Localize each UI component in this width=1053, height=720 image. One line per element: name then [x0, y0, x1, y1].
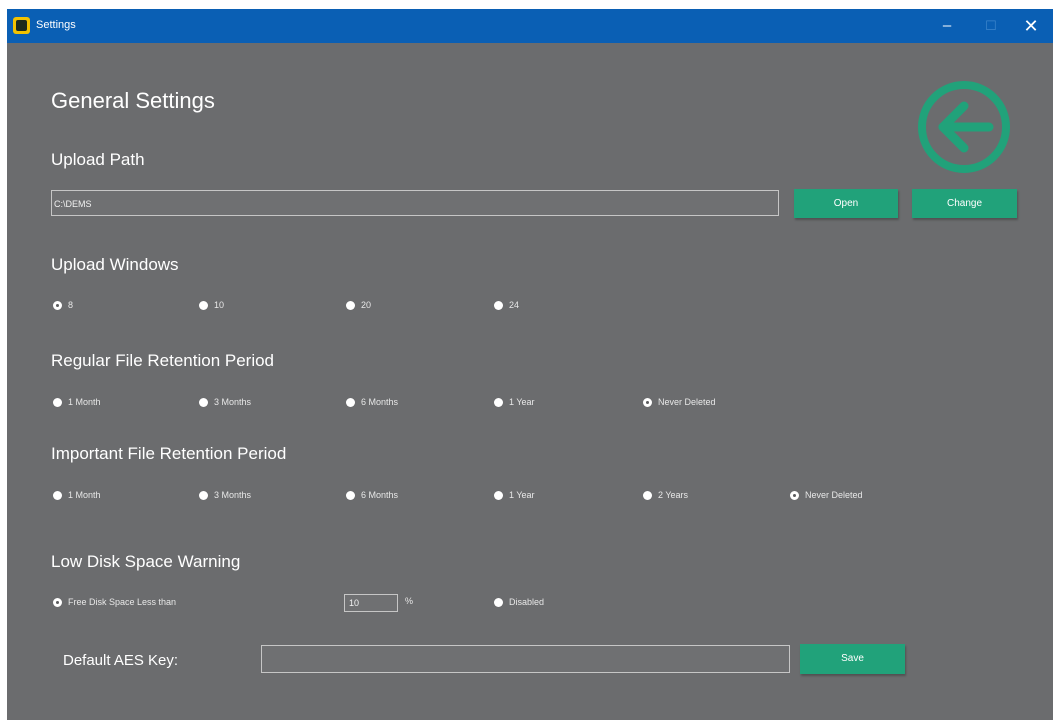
- radio-label: 1 Month: [68, 490, 101, 500]
- upload-windows-radio-10[interactable]: 10: [199, 298, 224, 312]
- radio-label: 2 Years: [658, 490, 689, 500]
- radio-unselected-icon: [494, 300, 503, 310]
- low-disk-heading: Low Disk Space Warning: [51, 552, 241, 571]
- close-button[interactable]: ✕: [1009, 9, 1053, 43]
- aes-key-label: Default AES Key:: [63, 652, 179, 669]
- regular-retention-heading: Regular File Retention Period: [51, 351, 275, 370]
- radio-label: 3 Months: [214, 490, 252, 500]
- radio-label: Disabled: [509, 597, 545, 607]
- important-retention-radio-6-months[interactable]: 6 Months: [346, 488, 398, 502]
- radio-label: Never Deleted: [658, 397, 716, 407]
- upload-path-heading: Upload Path: [51, 150, 145, 169]
- window-title: Settings: [36, 19, 76, 31]
- radio-unselected-icon: [53, 490, 62, 500]
- upload-windows-radio-8[interactable]: 8: [53, 298, 73, 312]
- important-retention-heading: Important File Retention Period: [51, 444, 287, 463]
- maximize-button[interactable]: ☐: [969, 9, 1013, 43]
- radio-unselected-icon: [346, 490, 355, 500]
- radio-unselected-icon: [643, 490, 652, 500]
- regular-retention-radio-never-deleted[interactable]: Never Deleted: [643, 395, 716, 409]
- radio-unselected-icon: [199, 397, 208, 407]
- radio-label: 1 Month: [68, 397, 101, 407]
- important-retention-radio-2-years[interactable]: 2 Years: [643, 488, 688, 502]
- upload-windows-heading: Upload Windows: [51, 255, 179, 274]
- radio-unselected-icon: [346, 397, 355, 407]
- radio-unselected-icon: [494, 397, 503, 407]
- important-retention-radio-1-year[interactable]: 1 Year: [494, 488, 535, 502]
- upload-path-input[interactable]: C:\DEMS: [51, 190, 779, 216]
- regular-retention-radio-1-month[interactable]: 1 Month: [53, 395, 101, 409]
- important-retention-radio-never-deleted[interactable]: Never Deleted: [790, 488, 863, 502]
- radio-label: 1 Year: [509, 397, 535, 407]
- radio-unselected-icon: [53, 397, 62, 407]
- radio-label: 20: [361, 300, 372, 310]
- important-retention-radio-1-month[interactable]: 1 Month: [53, 488, 101, 502]
- radio-selected-icon: [53, 300, 62, 310]
- page-title: General Settings: [51, 88, 215, 113]
- upload-windows-radio-20[interactable]: 20: [346, 298, 371, 312]
- radio-label: 6 Months: [361, 490, 399, 500]
- radio-label: 8: [68, 300, 74, 310]
- regular-retention-radio-3-months[interactable]: 3 Months: [199, 395, 251, 409]
- radio-label: Never Deleted: [805, 490, 863, 500]
- radio-unselected-icon: [199, 300, 208, 310]
- change-button[interactable]: Change: [912, 189, 1017, 218]
- open-button[interactable]: Open: [794, 189, 898, 218]
- radio-selected-icon: [790, 490, 799, 500]
- radio-label: 6 Months: [361, 397, 399, 407]
- regular-retention-radio-6-months[interactable]: 6 Months: [346, 395, 398, 409]
- app-logo-icon: [13, 17, 30, 34]
- radio-label: 10: [214, 300, 225, 310]
- radio-selected-icon: [643, 397, 652, 407]
- settings-window: Settings ‒ ☐ ✕ General Settings Upload P…: [7, 9, 1053, 720]
- low-disk-radio-disabled[interactable]: Disabled: [494, 595, 544, 609]
- disk-threshold-input[interactable]: 10: [344, 594, 398, 612]
- regular-retention-radio-1-year[interactable]: 1 Year: [494, 395, 535, 409]
- title-bar: Settings ‒ ☐ ✕: [7, 9, 1053, 43]
- radio-label: 1 Year: [509, 490, 535, 500]
- save-button[interactable]: Save: [800, 644, 905, 674]
- back-arrow-circle-icon[interactable]: [915, 78, 1013, 176]
- radio-unselected-icon: [199, 490, 208, 500]
- radio-unselected-icon: [494, 490, 503, 500]
- radio-selected-icon: [53, 597, 62, 607]
- radio-unselected-icon: [494, 597, 503, 607]
- minimize-button[interactable]: ‒: [925, 9, 969, 43]
- radio-label: Free Disk Space Less than: [68, 597, 177, 607]
- important-retention-radio-3-months[interactable]: 3 Months: [199, 488, 251, 502]
- upload-windows-radio-24[interactable]: 24: [494, 298, 519, 312]
- radio-unselected-icon: [346, 300, 355, 310]
- aes-key-input[interactable]: [261, 645, 790, 673]
- low-disk-radio-free-space[interactable]: Free Disk Space Less than: [53, 595, 176, 609]
- radio-label: 3 Months: [214, 397, 252, 407]
- radio-label: 24: [509, 300, 520, 310]
- percent-label: %: [405, 596, 414, 606]
